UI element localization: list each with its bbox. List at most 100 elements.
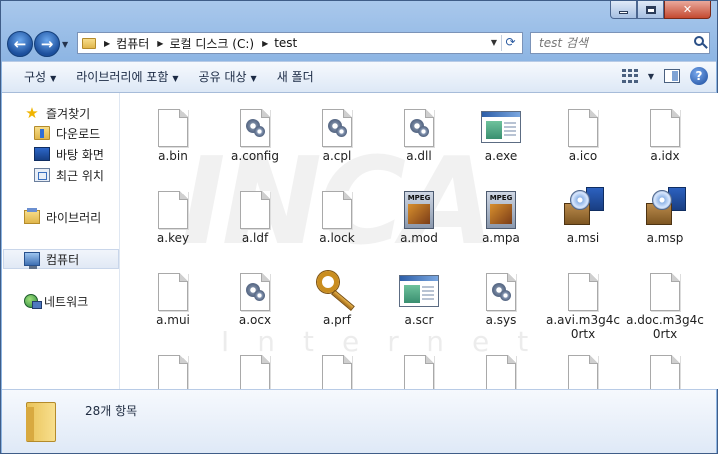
file-item[interactable]: a.prf	[297, 265, 377, 327]
file-item[interactable]: a.exe	[461, 101, 541, 163]
nav-downloads-label: 다운로드	[56, 126, 101, 141]
file-icon-wrap	[297, 101, 377, 149]
chevron-right-icon[interactable]: ▶	[157, 39, 163, 48]
file-icon-wrap	[543, 101, 623, 149]
file-item[interactable]: a.scr	[379, 265, 459, 327]
file-icon-wrap	[133, 101, 213, 149]
file-icon-wrap	[297, 347, 377, 389]
desktop-icon	[34, 147, 50, 161]
file-item[interactable]: a.txt.m3g4c0rtx	[543, 347, 623, 389]
config-file-icon	[240, 109, 270, 147]
nav-favorites[interactable]: ★ 즐겨찾기	[24, 103, 90, 123]
search-box[interactable]	[530, 32, 710, 54]
blank-file-icon	[568, 109, 598, 147]
maximize-button[interactable]	[637, 1, 664, 19]
file-item[interactable]: MPEG a.mod	[379, 183, 459, 245]
share-button[interactable]: 공유 대상 ▼	[189, 66, 267, 88]
address-dropdown[interactable]: ▼	[491, 38, 497, 47]
file-item[interactable]: a.png.m3g4c0rtx	[379, 347, 459, 389]
blank-file-icon	[158, 355, 188, 389]
new-folder-button[interactable]: 새 폴더	[267, 66, 324, 88]
file-item[interactable]: a.idx	[625, 101, 705, 163]
download-folder-icon	[34, 126, 50, 140]
nav-libraries[interactable]: 라이브러리	[24, 207, 101, 227]
file-item[interactable]: a.xls.m3g4c0rtx	[625, 347, 705, 389]
breadcrumb-computer[interactable]: 컴퓨터	[116, 35, 149, 52]
preview-pane-icon[interactable]	[664, 69, 680, 83]
file-name: a.ocx	[238, 313, 272, 327]
file-name: a.msi	[566, 231, 600, 245]
file-item[interactable]: MPEG a.mpa	[461, 183, 541, 245]
back-button[interactable]: ←	[7, 31, 33, 57]
file-item[interactable]: a.ldf	[215, 183, 295, 245]
file-name: a.mui	[156, 313, 190, 327]
forward-button[interactable]: →	[34, 31, 60, 57]
chevron-right-icon[interactable]: ▶	[262, 39, 268, 48]
close-button[interactable]: ✕	[664, 1, 711, 19]
minimize-button[interactable]	[610, 1, 637, 19]
recent-pages-dropdown[interactable]: ▼	[62, 40, 68, 49]
file-name: a.key	[156, 231, 190, 245]
key-file-icon	[315, 269, 359, 312]
help-icon[interactable]: ?	[690, 67, 708, 85]
breadcrumb-local-disk[interactable]: 로컬 디스크 (C:)	[169, 35, 254, 52]
file-item[interactable]: a.avi.m3g4c0rtx	[543, 265, 623, 341]
blank-file-icon	[240, 355, 270, 389]
chevron-down-icon: ▼	[50, 74, 57, 83]
file-item[interactable]: a.key	[133, 183, 213, 245]
include-library-button[interactable]: 라이브러리에 포함 ▼	[66, 66, 188, 88]
file-item[interactable]: a.dll	[379, 101, 459, 163]
file-item[interactable]: a.hwp.m3g4c0rtx	[215, 347, 295, 389]
minimize-icon	[619, 11, 628, 14]
organize-label: 구성	[24, 70, 47, 84]
search-input[interactable]	[531, 33, 681, 53]
file-item[interactable]: a.ppt.m3g4c0rtx	[461, 347, 541, 389]
file-icon-wrap	[461, 347, 541, 389]
file-item[interactable]: a.cpl	[297, 101, 377, 163]
view-dropdown-icon[interactable]: ▼	[648, 72, 654, 81]
organize-button[interactable]: 구성 ▼	[14, 66, 66, 88]
file-item[interactable]: a.msp	[625, 183, 705, 245]
file-icon-wrap	[297, 183, 377, 231]
file-name: a.sys	[485, 313, 517, 327]
nav-downloads[interactable]: 다운로드	[34, 123, 100, 143]
library-icon	[24, 208, 40, 224]
file-item[interactable]: a.lock	[297, 183, 377, 245]
blank-file-icon	[240, 191, 270, 229]
content-area: ★ 즐겨찾기 다운로드 바탕 화면 최근 위치 라이브러리 컴퓨터 네트워크 I…	[2, 93, 718, 389]
file-item[interactable]: a.html.m3g4c0rtx	[133, 347, 213, 389]
file-icon-wrap	[133, 265, 213, 313]
nav-recent[interactable]: 최근 위치	[34, 165, 104, 185]
view-options-icon[interactable]	[621, 69, 638, 83]
file-item[interactable]: a.ocx	[215, 265, 295, 327]
close-icon: ✕	[682, 3, 693, 16]
address-bar[interactable]: ▶ 컴퓨터 ▶ 로컬 디스크 (C:) ▶ test ▼ ⟳	[77, 32, 523, 54]
file-item[interactable]: a.bin	[133, 101, 213, 163]
blank-file-icon	[404, 355, 434, 389]
nav-computer[interactable]: 컴퓨터	[3, 249, 119, 269]
settings-file-icon	[322, 109, 352, 147]
chevron-right-icon[interactable]: ▶	[104, 39, 110, 48]
file-name: a.mpa	[482, 231, 520, 245]
file-name: a.exe	[484, 149, 518, 163]
search-icon[interactable]	[694, 36, 704, 46]
nav-network[interactable]: 네트워크	[24, 291, 88, 311]
file-item[interactable]: a.sys	[461, 265, 541, 327]
file-item[interactable]: a.msi	[543, 183, 623, 245]
breadcrumb-test[interactable]: test	[274, 36, 297, 50]
file-item[interactable]: a.mui	[133, 265, 213, 327]
new-folder-label: 새 폴더	[276, 70, 314, 84]
file-item[interactable]: a.doc.m3g4c0rtx	[625, 265, 705, 341]
file-item[interactable]: a.config	[215, 101, 295, 163]
file-icon-wrap	[215, 101, 295, 149]
blank-file-icon	[158, 191, 188, 229]
mpeg-file-icon: MPEG	[404, 191, 434, 229]
refresh-icon[interactable]: ⟳	[501, 35, 519, 51]
chevron-down-icon: ▼	[172, 74, 179, 83]
nav-libraries-label: 라이브러리	[46, 210, 102, 225]
file-item[interactable]: a.jpg.m3g4c0rtx	[297, 347, 377, 389]
file-icon-wrap	[543, 265, 623, 313]
nav-desktop[interactable]: 바탕 화면	[34, 144, 104, 164]
settings-file-icon	[240, 273, 270, 311]
file-item[interactable]: a.ico	[543, 101, 623, 163]
